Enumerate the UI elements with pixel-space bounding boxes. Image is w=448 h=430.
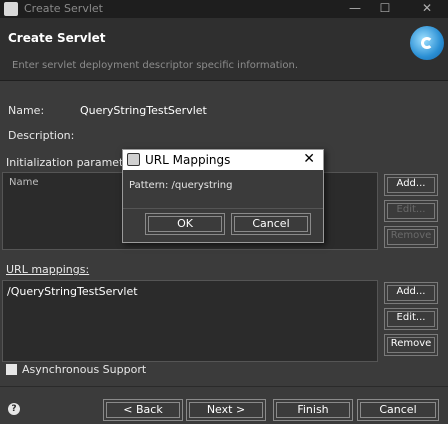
eclipse-app-icon	[4, 2, 18, 16]
dialog-app-icon	[127, 153, 140, 166]
name-field[interactable]: QueryStringTestServlet	[80, 104, 207, 117]
wizard-title: Create Servlet	[8, 31, 106, 45]
footer-separator	[0, 386, 448, 387]
init-params-label: Initialization paramete	[6, 156, 131, 169]
dialog-body: Pattern: /querystring OK Cancel	[123, 170, 323, 242]
window-bottom-edge	[0, 424, 448, 430]
window-title: Create Servlet	[24, 2, 103, 15]
url-add-button[interactable]: Add...	[384, 282, 438, 304]
url-mapping-row[interactable]: /QueryStringTestServlet	[7, 285, 138, 298]
dialog-title: URL Mappings	[145, 153, 231, 167]
help-icon[interactable]: ?	[8, 403, 20, 415]
init-remove-button[interactable]: Remove	[384, 226, 438, 248]
url-mappings-table[interactable]: /QueryStringTestServlet	[2, 280, 378, 362]
dialog-cancel-button[interactable]: Cancel	[231, 213, 311, 235]
dialog-ok-button[interactable]: OK	[145, 213, 225, 235]
finish-button[interactable]: Finish	[273, 399, 353, 421]
pattern-text: Pattern: /querystring	[129, 180, 233, 191]
url-remove-button[interactable]: Remove	[384, 334, 438, 356]
dialog-close-icon[interactable]: ✕	[303, 151, 315, 167]
wizard-logo-icon	[410, 26, 444, 60]
close-window-button[interactable]: ✕	[412, 0, 442, 18]
async-support-checkbox[interactable]	[6, 364, 17, 375]
wizard-description: Enter servlet deployment descriptor spec…	[12, 60, 299, 71]
description-label: Description:	[8, 129, 75, 142]
dialog-titlebar: URL Mappings ✕	[123, 150, 323, 170]
url-mappings-label: URL mappings:	[6, 263, 89, 276]
async-support-label: Asynchronous Support	[22, 363, 147, 376]
dialog-separator	[123, 208, 323, 209]
url-mappings-label-text: URL mappings:	[6, 263, 90, 276]
wizard-header: Create Servlet Enter servlet deployment …	[0, 18, 448, 81]
back-button[interactable]: < Back	[103, 399, 183, 421]
url-mappings-dialog: URL Mappings ✕ Pattern: /querystring OK …	[122, 149, 324, 243]
url-edit-button[interactable]: Edit...	[384, 308, 438, 330]
window-titlebar: Create Servlet — ☐ ✕	[0, 0, 448, 18]
minimize-button[interactable]: —	[340, 0, 370, 18]
next-button[interactable]: Next >	[186, 399, 266, 421]
cancel-button[interactable]: Cancel	[357, 399, 439, 421]
init-add-button[interactable]: Add...	[384, 174, 438, 196]
init-params-col-name[interactable]: Name	[9, 177, 39, 188]
maximize-button[interactable]: ☐	[370, 0, 400, 18]
name-label: Name:	[8, 104, 45, 117]
init-edit-button[interactable]: Edit...	[384, 200, 438, 222]
